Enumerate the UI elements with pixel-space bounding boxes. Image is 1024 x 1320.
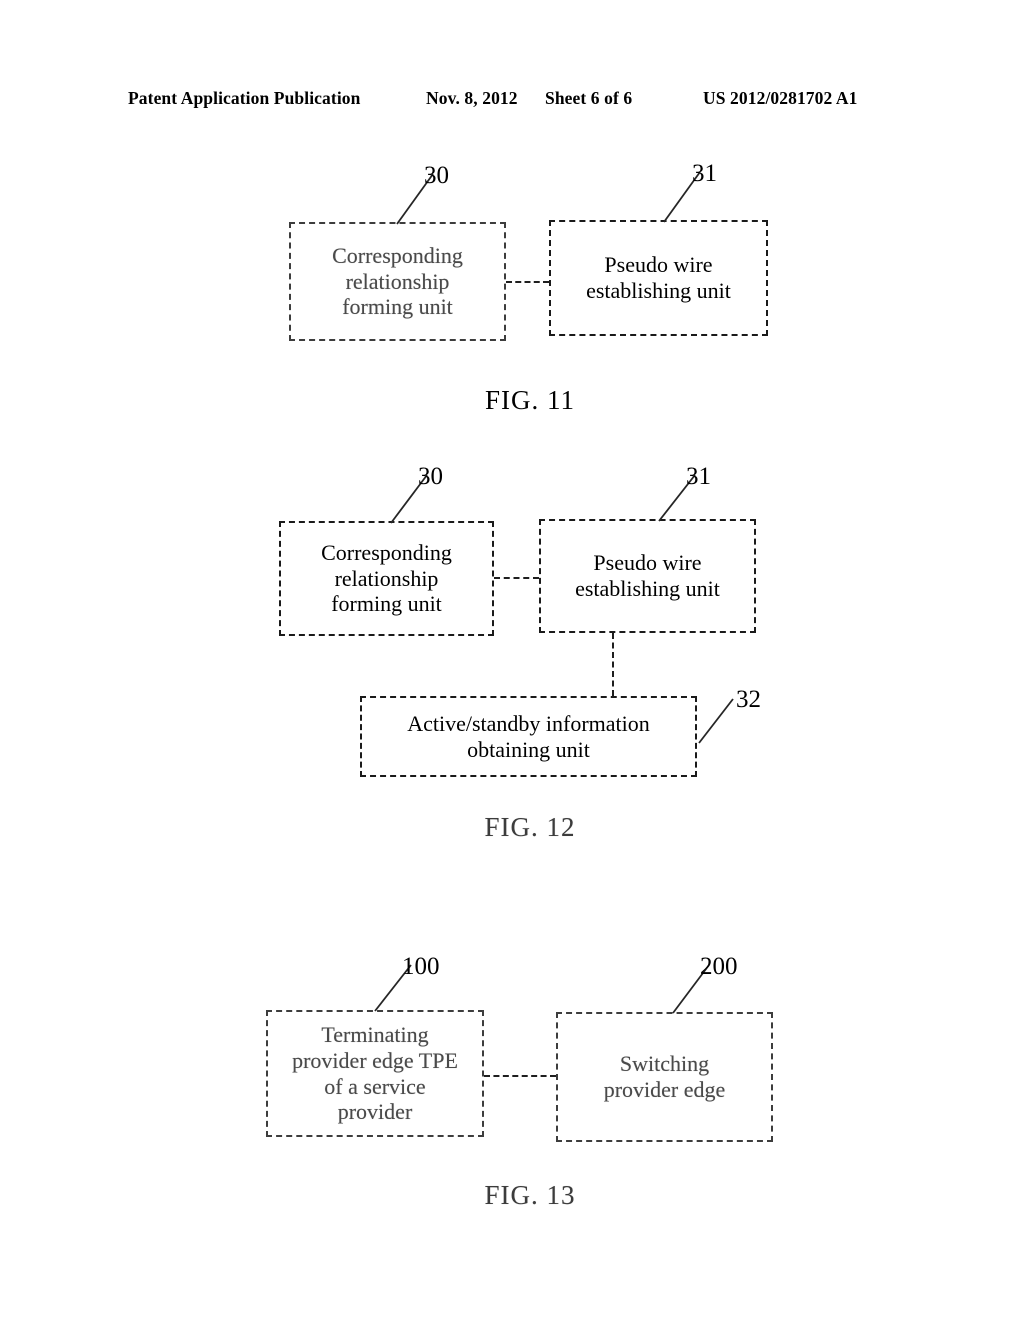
fig11-block-pseudo-wire-establishing-unit: Pseudo wire establishing unit xyxy=(549,220,768,336)
fig11-ref-number-30: 30 xyxy=(424,162,449,189)
fig11-caption: FIG. 11 xyxy=(484,385,575,415)
fig12-block-30-label: Corresponding relationship forming unit xyxy=(321,540,452,617)
fig12-block-pseudo-wire-establishing-unit: Pseudo wire establishing unit xyxy=(539,519,756,633)
fig12-block-active-standby-information-obtaining-unit: Active/standby information obtaining uni… xyxy=(360,696,697,777)
fig13-block-200-label: Switching provider edge xyxy=(603,1051,726,1102)
fig12-leader-line-32 xyxy=(698,698,734,744)
fig11-block-corresponding-relationship-forming-unit: Corresponding relationship forming unit xyxy=(289,222,506,341)
header-patent-number: US 2012/0281702 A1 xyxy=(703,88,858,108)
fig12-block-31-label: Pseudo wire establishing unit xyxy=(575,550,720,601)
header-publication-title: Patent Application Publication xyxy=(128,88,361,108)
fig12-connector-31-to-32 xyxy=(612,633,614,696)
fig12-ref-number-32: 32 xyxy=(736,686,761,713)
fig12-block-corresponding-relationship-forming-unit: Corresponding relationship forming unit xyxy=(279,521,494,636)
fig12-ref-number-31: 31 xyxy=(686,463,711,490)
fig13-block-100-label: Terminating provider edge TPE of a servi… xyxy=(292,1022,458,1125)
fig13-caption: FIG. 13 xyxy=(484,1180,576,1210)
fig12-block-32-label: Active/standby information obtaining uni… xyxy=(407,710,650,762)
fig13-connector-100-to-200 xyxy=(484,1075,556,1077)
fig12-caption: FIG. 12 xyxy=(484,812,576,842)
header-sheet-number: Sheet 6 of 6 xyxy=(545,88,633,108)
fig11-block-30-label: Corresponding relationship forming unit xyxy=(332,243,463,320)
fig11-connector-30-to-31 xyxy=(506,281,549,283)
sheet-header: Patent Application Publication Nov. 8, 2… xyxy=(128,88,896,116)
header-publication-date: Nov. 8, 2012 xyxy=(426,88,518,108)
fig13-block-terminating-provider-edge: Terminating provider edge TPE of a servi… xyxy=(266,1010,484,1137)
fig11-ref-number-31: 31 xyxy=(692,160,717,187)
fig12-connector-30-to-31 xyxy=(494,577,539,579)
fig13-block-switching-provider-edge: Switching provider edge xyxy=(556,1012,773,1142)
fig13-ref-number-100: 100 xyxy=(402,953,440,980)
fig11-block-31-label: Pseudo wire establishing unit xyxy=(586,252,731,303)
fig12-ref-number-30: 30 xyxy=(418,463,443,490)
fig13-ref-number-200: 200 xyxy=(700,953,738,980)
